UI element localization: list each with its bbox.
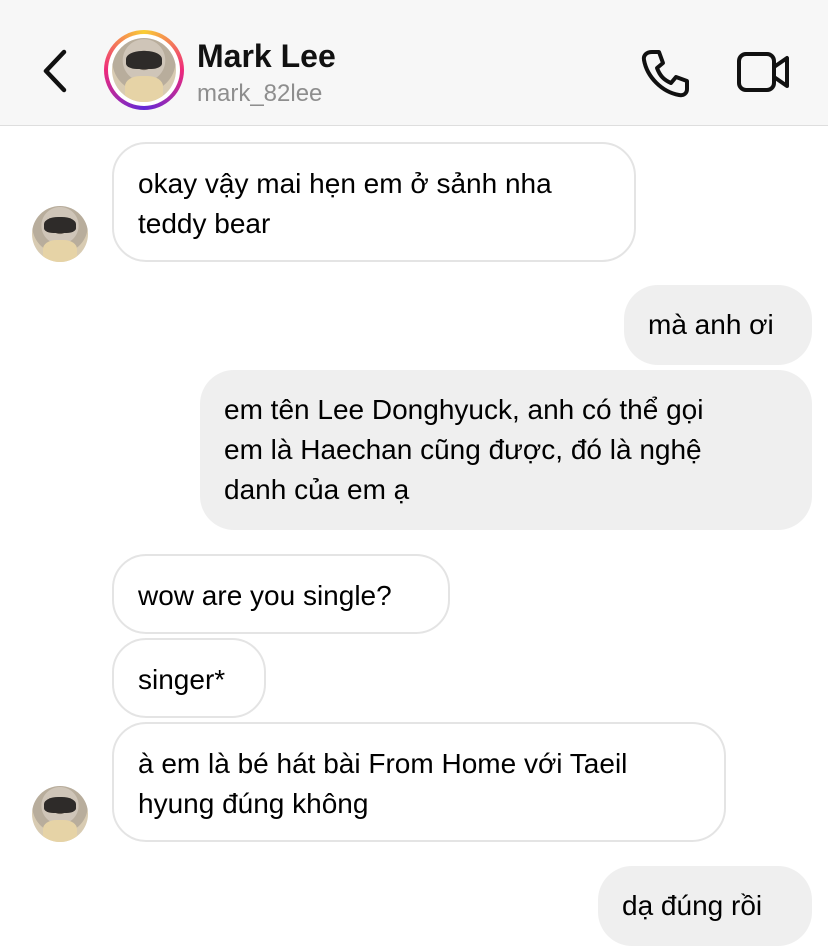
chevron-left-icon[interactable]	[38, 46, 74, 96]
message-bubble-incoming[interactable]: wow are you single?	[112, 554, 450, 634]
message-bubble-outgoing[interactable]: em tên Lee Donghyuck, anh có thể gọi em …	[200, 370, 812, 530]
sender-avatar[interactable]	[32, 206, 88, 262]
message-bubble-incoming[interactable]: okay vậy mai hẹn em ở sảnh nha teddy bea…	[112, 142, 636, 262]
contact-avatar[interactable]	[104, 30, 184, 110]
message-bubble-incoming[interactable]: singer*	[112, 638, 266, 718]
message-bubble-outgoing[interactable]: mà anh ơi	[624, 285, 812, 365]
avatar-image	[112, 38, 176, 102]
sender-avatar[interactable]	[32, 786, 88, 842]
message-bubble-incoming[interactable]: à em là bé hát bài From Home với Taeil h…	[112, 722, 726, 842]
contact-handle: mark_82lee	[197, 80, 323, 107]
phone-icon[interactable]	[638, 46, 692, 100]
contact-name[interactable]: Mark Lee	[197, 38, 336, 75]
message-bubble-outgoing[interactable]: dạ đúng rồi	[598, 866, 812, 946]
video-camera-icon[interactable]	[736, 50, 790, 94]
chat-header: Mark Lee mark_82lee	[0, 0, 828, 126]
